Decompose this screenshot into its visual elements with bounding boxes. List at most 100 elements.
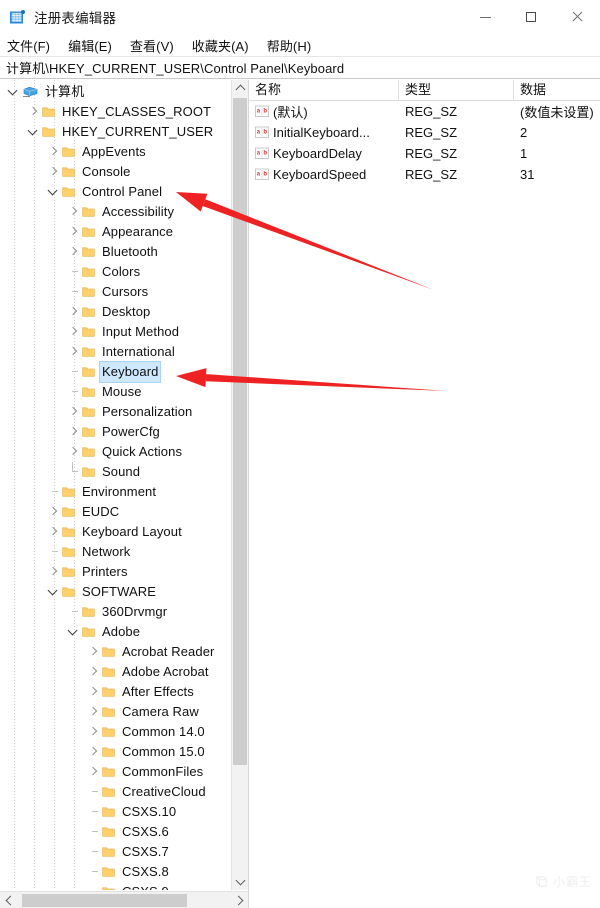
tree-node-csxs-8[interactable]: CSXS.8: [0, 862, 230, 882]
value-type-cell: REG_SZ: [405, 125, 458, 140]
tree-node-hkey-current-user[interactable]: HKEY_CURRENT_USER: [0, 122, 230, 142]
expand-chevron-open-icon[interactable]: [6, 82, 22, 102]
expand-chevron-closed-icon[interactable]: [46, 502, 62, 522]
vertical-scroll-thumb[interactable]: [233, 98, 247, 765]
tree-vertical-scrollbar[interactable]: [231, 80, 248, 890]
column-header-name[interactable]: 名称: [249, 80, 399, 100]
expand-chevron-closed-icon[interactable]: [86, 722, 102, 742]
tree-node-bluetooth[interactable]: Bluetooth: [0, 242, 230, 262]
expand-chevron-closed-icon[interactable]: [86, 702, 102, 722]
maximize-button[interactable]: [508, 0, 554, 34]
address-bar[interactable]: 计算机\HKEY_CURRENT_USER\Control Panel\Keyb…: [0, 57, 600, 79]
expand-chevron-closed-icon[interactable]: [66, 342, 82, 362]
tree-horizontal-scrollbar[interactable]: [0, 891, 248, 908]
tree-node-keyboard-layout[interactable]: Keyboard Layout: [0, 522, 230, 542]
tree-node-[interactable]: 计算机: [0, 82, 230, 102]
menu-item-favorites[interactable]: 收藏夹(A): [192, 36, 258, 55]
expand-chevron-closed-icon[interactable]: [46, 562, 62, 582]
scroll-right-button[interactable]: [231, 892, 248, 908]
tree-node-control-panel[interactable]: Control Panel: [0, 182, 230, 202]
tree-node-network[interactable]: Network: [0, 542, 230, 562]
expand-chevron-closed-icon[interactable]: [86, 682, 102, 702]
tree-node-commonfiles[interactable]: CommonFiles: [0, 762, 230, 782]
value-row[interactable]: a b (默认) REG_SZ (数值未设置): [249, 101, 600, 122]
tree-node-camera-raw[interactable]: Camera Raw: [0, 702, 230, 722]
tree-node-adobe-acrobat[interactable]: Adobe Acrobat: [0, 662, 230, 682]
expand-chevron-closed-icon[interactable]: [86, 762, 102, 782]
tree-node-csxs-9[interactable]: CSXS.9: [0, 882, 230, 890]
tree-node-csxs-10[interactable]: CSXS.10: [0, 802, 230, 822]
expand-chevron-closed-icon[interactable]: [26, 102, 42, 122]
tree-node-input-method[interactable]: Input Method: [0, 322, 230, 342]
tree-node-environment[interactable]: Environment: [0, 482, 230, 502]
expand-chevron-closed-icon[interactable]: [66, 422, 82, 442]
expand-chevron-open-icon[interactable]: [66, 622, 82, 642]
expand-chevron-closed-icon[interactable]: [66, 322, 82, 342]
close-button[interactable]: [554, 0, 600, 34]
expand-chevron-closed-icon[interactable]: [66, 242, 82, 262]
expand-chevron-closed-icon[interactable]: [86, 662, 102, 682]
scroll-up-button[interactable]: [232, 80, 248, 97]
tree-node-personalization[interactable]: Personalization: [0, 402, 230, 422]
expand-chevron-closed-icon[interactable]: [46, 162, 62, 182]
tree-node-accessibility[interactable]: Accessibility: [0, 202, 230, 222]
tree-node-appearance[interactable]: Appearance: [0, 222, 230, 242]
tree-node-label: AppEvents: [82, 144, 146, 159]
tree-node-desktop[interactable]: Desktop: [0, 302, 230, 322]
value-row[interactable]: a b KeyboardDelay REG_SZ 1: [249, 143, 600, 164]
minimize-button[interactable]: [462, 0, 508, 34]
tree-node-international[interactable]: International: [0, 342, 230, 362]
tree-node-360drvmgr[interactable]: 360Drvmgr: [0, 602, 230, 622]
menu-item-view[interactable]: 查看(V): [130, 36, 183, 55]
scroll-left-button[interactable]: [0, 892, 17, 908]
tree-node-creativecloud[interactable]: CreativeCloud: [0, 782, 230, 802]
expand-chevron-open-icon[interactable]: [46, 182, 62, 202]
value-name-text: InitialKeyboard...: [273, 125, 370, 140]
expand-chevron-closed-icon[interactable]: [46, 522, 62, 542]
expand-chevron-closed-icon[interactable]: [66, 402, 82, 422]
tree-node-after-effects[interactable]: After Effects: [0, 682, 230, 702]
expand-chevron-closed-icon[interactable]: [46, 142, 62, 162]
value-type-cell: REG_SZ: [405, 167, 458, 182]
expand-chevron-closed-icon[interactable]: [66, 202, 82, 222]
tree-node-label: Bluetooth: [102, 244, 158, 259]
menu-item-edit[interactable]: 编辑(E): [68, 36, 121, 55]
tree-node-quick-actions[interactable]: Quick Actions: [0, 442, 230, 462]
tree-node-sound[interactable]: Sound: [0, 462, 230, 482]
tree-node-adobe[interactable]: Adobe: [0, 622, 230, 642]
scroll-down-button[interactable]: [232, 873, 248, 890]
tree-node-acrobat-reader[interactable]: Acrobat Reader: [0, 642, 230, 662]
tree-node-software[interactable]: SOFTWARE: [0, 582, 230, 602]
tree-node-console[interactable]: Console: [0, 162, 230, 182]
tree-node-csxs-7[interactable]: CSXS.7: [0, 842, 230, 862]
folder-icon: [82, 266, 95, 278]
tree-node-powercfg[interactable]: PowerCfg: [0, 422, 230, 442]
expand-chevron-open-icon[interactable]: [26, 122, 42, 142]
tree-node-appevents[interactable]: AppEvents: [0, 142, 230, 162]
tree-node-cursors[interactable]: Cursors: [0, 282, 230, 302]
expand-chevron-open-icon[interactable]: [46, 582, 62, 602]
tree-node-common-15-0[interactable]: Common 15.0: [0, 742, 230, 762]
tree-node-common-14-0[interactable]: Common 14.0: [0, 722, 230, 742]
menu-item-help[interactable]: 帮助(H): [267, 36, 321, 55]
expand-chevron-closed-icon[interactable]: [66, 222, 82, 242]
menu-item-file[interactable]: 文件(F): [7, 36, 59, 55]
expand-chevron-closed-icon[interactable]: [66, 302, 82, 322]
column-header-data[interactable]: 数据: [514, 80, 600, 100]
expand-chevron-closed-icon[interactable]: [86, 742, 102, 762]
tree-node-colors[interactable]: Colors: [0, 262, 230, 282]
value-row[interactable]: a b InitialKeyboard... REG_SZ 2: [249, 122, 600, 143]
horizontal-scroll-thumb[interactable]: [22, 894, 187, 907]
tree-node-mouse[interactable]: Mouse: [0, 382, 230, 402]
tree-node-keyboard[interactable]: Keyboard: [0, 361, 230, 383]
value-row[interactable]: a b KeyboardSpeed REG_SZ 31: [249, 164, 600, 185]
expand-chevron-closed-icon[interactable]: [86, 642, 102, 662]
tree-node-hkey-classes-root[interactable]: HKEY_CLASSES_ROOT: [0, 102, 230, 122]
expand-chevron-closed-icon[interactable]: [66, 442, 82, 462]
column-header-type[interactable]: 类型: [399, 80, 514, 100]
tree-node-printers[interactable]: Printers: [0, 562, 230, 582]
tree-node-eudc[interactable]: EUDC: [0, 502, 230, 522]
folder-icon: [82, 426, 95, 438]
tree-node-csxs-6[interactable]: CSXS.6: [0, 822, 230, 842]
tree-node-label: Keyboard Layout: [82, 524, 182, 539]
